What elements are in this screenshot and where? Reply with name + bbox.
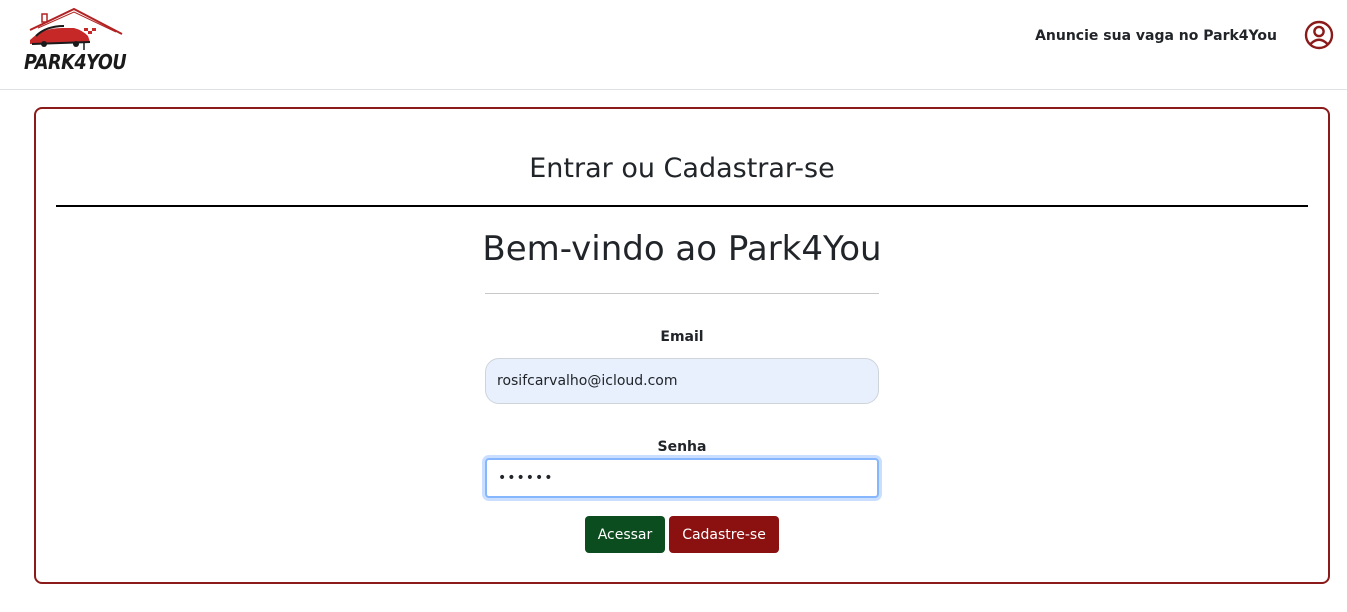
senha-label: Senha (657, 439, 707, 455)
email-field[interactable] (485, 358, 879, 404)
password-field[interactable] (485, 458, 879, 498)
login-card: Entrar ou Cadastrar-se Bem-vindo ao Park… (34, 107, 1330, 584)
logo-text: PARK4YOU (24, 50, 127, 74)
card-title: Entrar ou Cadastrar-se (529, 153, 835, 184)
user-circle-icon[interactable] (1304, 20, 1334, 50)
welcome-divider (485, 293, 879, 294)
cadastre-button[interactable]: Cadastre-se (669, 516, 779, 553)
welcome-heading: Bem-vindo ao Park4You (482, 229, 882, 269)
house-car-icon (29, 7, 123, 50)
email-label: Email (660, 329, 704, 345)
advertise-parking-link[interactable]: Anuncie sua vaga no Park4You (1035, 28, 1277, 44)
acessar-button[interactable]: Acessar (585, 516, 665, 553)
park4you-logo[interactable]: PARK4YOU (22, 6, 130, 82)
title-divider (56, 205, 1308, 207)
navbar: PARK4YOU Anuncie sua vaga no Park4You (0, 0, 1347, 90)
